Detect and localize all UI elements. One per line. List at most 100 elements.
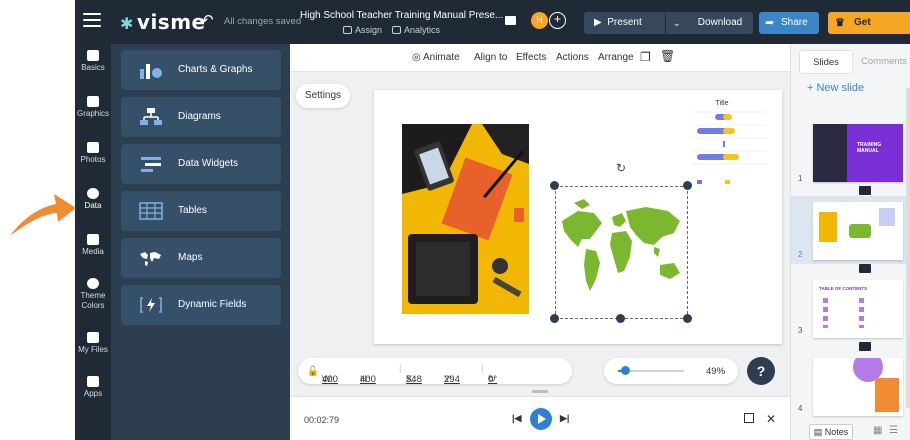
thumb-photo (875, 378, 899, 412)
visme-logo[interactable]: ✱ visme (120, 10, 206, 34)
slide-number: 1 (798, 174, 803, 183)
chart-title: Title (716, 100, 729, 107)
comment-icon[interactable] (505, 16, 516, 25)
undo-icon[interactable]: ↶ (201, 11, 214, 29)
skip-forward-icon[interactable]: ▶| (560, 413, 569, 424)
thumb-bullets (859, 298, 864, 328)
rail-item-data[interactable]: Data (75, 188, 111, 211)
palette-icon (87, 278, 99, 289)
play-button[interactable] (530, 408, 552, 430)
animate-button[interactable]: ◎ Animate (412, 52, 460, 63)
pointer-arrow-icon (10, 194, 76, 236)
resize-handle[interactable] (616, 314, 625, 323)
top-bar: ✱ visme ↶ All changes saved High School T… (75, 0, 910, 50)
logo-text: visme (136, 10, 206, 34)
notes-button[interactable]: ▤ Notes (809, 424, 853, 440)
get-premium-button[interactable]: ♛Get Premium (828, 12, 910, 50)
expand-timeline-icon[interactable] (744, 413, 754, 423)
lock-ratio-icon[interactable]: 🔓 (307, 366, 319, 377)
slides-scrollbar[interactable] (906, 88, 910, 408)
mini-bar-chart[interactable]: Title (667, 96, 777, 192)
assign-link[interactable]: Assign (343, 25, 382, 35)
zoom-slider-handle[interactable] (620, 366, 630, 375)
grid-view-icon[interactable]: ▦ (873, 425, 882, 436)
rail-item-theme-colors[interactable]: Theme Colors (75, 278, 111, 311)
rail-item-media[interactable]: Media (75, 234, 111, 257)
analytics-label: Analytics (404, 25, 441, 35)
transition-icon[interactable] (859, 342, 871, 351)
canvas-area: ◎ Animate Align to Effects Actions Arran… (290, 44, 790, 396)
panel-item-diagrams[interactable]: Diagrams (121, 97, 281, 137)
skip-back-icon[interactable]: |◀ (512, 413, 521, 424)
panel-item-label: Data Widgets (178, 158, 239, 169)
copy-icon[interactable]: ❐ (640, 50, 651, 64)
transition-icon[interactable] (859, 264, 871, 273)
resize-handle[interactable] (550, 314, 559, 323)
rail-item-apps[interactable]: Apps (75, 376, 111, 399)
menu-icon[interactable] (83, 13, 101, 27)
chevron-down-icon[interactable]: ⌄ (673, 12, 681, 34)
settings-button[interactable]: Settings (296, 84, 350, 108)
share-button[interactable]: ➦ Share (759, 12, 819, 34)
slide-thumbnail-4[interactable] (813, 358, 903, 416)
thumb-bullets (823, 298, 828, 328)
list-view-icon[interactable]: ☰ (889, 425, 898, 436)
panel-item-data-widgets[interactable]: Data Widgets (121, 144, 281, 184)
resize-handle[interactable] (683, 314, 692, 323)
zoom-track[interactable] (618, 366, 684, 375)
new-slide-button[interactable]: + New slide (807, 82, 864, 94)
zoom-value[interactable]: 49% (706, 366, 725, 377)
avatar[interactable]: H (531, 12, 548, 29)
rotate-icon[interactable]: ↻ (616, 161, 626, 175)
timeline-drag-handle[interactable] (532, 390, 548, 393)
rail-item-photos[interactable]: Photos (75, 142, 111, 165)
slide-canvas[interactable]: Title ↻ (374, 90, 782, 344)
thumb-caption: TRAINING MANUAL (857, 142, 882, 154)
add-collaborator-icon[interactable]: + (549, 12, 566, 29)
present-button[interactable]: ▶ Present ⌄ (584, 12, 695, 34)
table-icon (139, 202, 163, 220)
help-button[interactable]: ? (747, 357, 775, 385)
panel-item-maps[interactable]: Maps (121, 238, 281, 278)
chart-bar (697, 154, 727, 160)
panel-item-label: Dynamic Fields (178, 299, 247, 310)
rail-item-graphics[interactable]: Graphics (75, 96, 111, 119)
files-icon (87, 332, 99, 343)
divider: | (399, 363, 402, 374)
save-status: All changes saved (224, 16, 302, 27)
download-button[interactable]: Download (687, 12, 753, 34)
panel-item-charts-graphs[interactable]: Charts & Graphs (121, 50, 281, 90)
dynamic-field-icon (140, 297, 162, 313)
visme-editor: ✱ visme ↶ All changes saved High School T… (0, 0, 910, 440)
effects-button[interactable]: Effects (516, 52, 546, 63)
share-icon: ➦ (765, 17, 775, 29)
tab-slides[interactable]: Slides (799, 50, 853, 74)
thumb-map (849, 224, 871, 238)
play-icon: ▶ (594, 17, 602, 28)
arrange-button[interactable]: Arrange (598, 52, 634, 63)
actions-button[interactable]: Actions (556, 52, 589, 63)
trash-icon[interactable]: 🗑 (660, 49, 675, 63)
tab-comments[interactable]: Comments (857, 50, 910, 74)
transition-icon[interactable] (859, 186, 871, 195)
close-icon[interactable]: ✕ (766, 412, 776, 426)
legend-swatch (697, 180, 702, 184)
apps-icon (87, 376, 99, 387)
diagram-icon (140, 108, 162, 125)
slide-thumbnail-3[interactable]: TABLE OF CONTENTS (813, 280, 903, 338)
divider: | (481, 363, 484, 374)
panel-item-dynamic-fields[interactable]: Dynamic Fields (121, 285, 281, 325)
align-to-button[interactable]: Align to (474, 52, 507, 63)
rail-item-basics[interactable]: Basics (75, 50, 111, 73)
data-panel: Charts & Graphs Diagrams Data Widgets Ta… (111, 44, 290, 440)
panel-item-tables[interactable]: Tables (121, 191, 281, 231)
desk-photo[interactable] (402, 124, 529, 314)
resize-handle[interactable] (550, 181, 559, 190)
resize-handle[interactable] (683, 181, 692, 190)
world-map-selection[interactable] (555, 186, 688, 319)
analytics-link[interactable]: Analytics (392, 25, 440, 35)
slide-thumbnail-1[interactable]: TRAINING MANUAL (813, 124, 903, 182)
slide-thumbnail-2[interactable] (813, 202, 903, 260)
document-title[interactable]: High School Teacher Training Manual Pres… (300, 10, 503, 21)
rail-item-my-files[interactable]: My Files (75, 332, 111, 355)
